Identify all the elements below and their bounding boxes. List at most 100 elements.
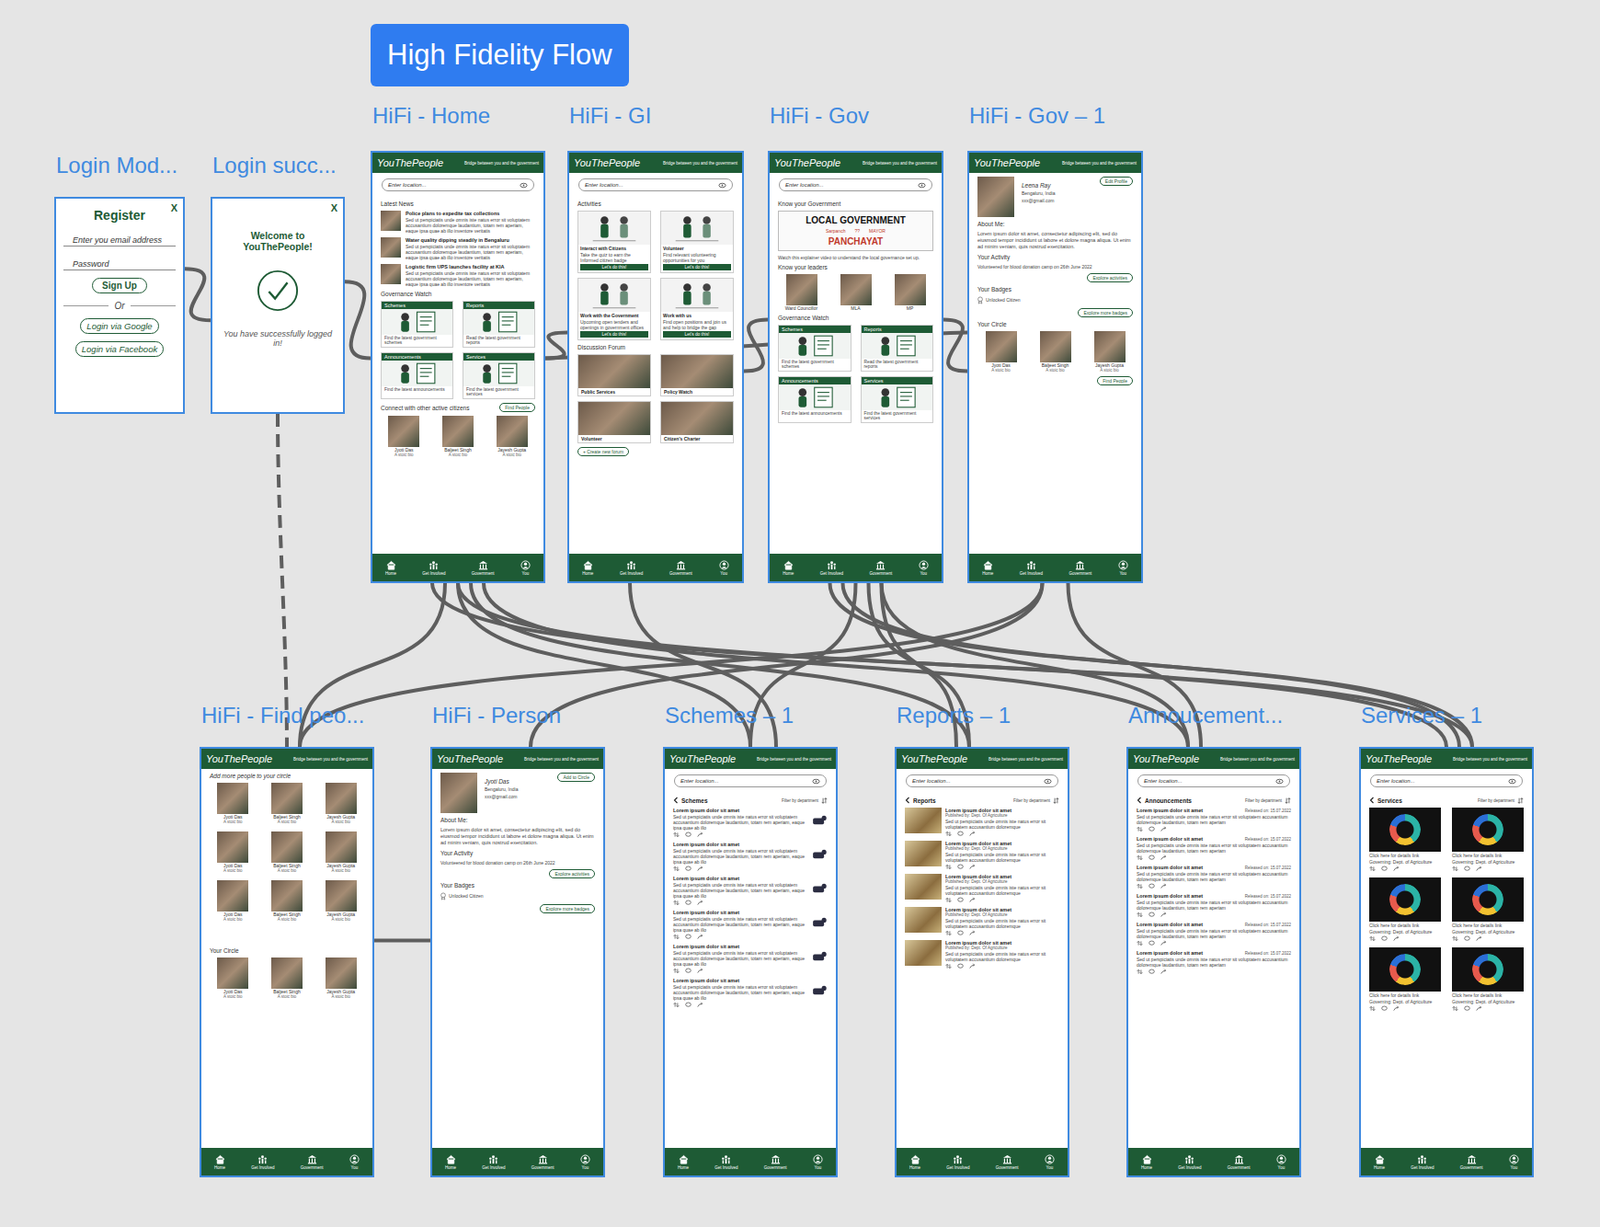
sort-icon[interactable] (821, 797, 828, 804)
list-item[interactable]: Lorem ipsum dolor sit amet Published by:… (904, 939, 1060, 970)
list-item[interactable]: Lorem ipsum dolor sit amet Published by:… (904, 807, 1060, 837)
list-item[interactable]: Lorem ipsum dolor sit amet Released on: … (1136, 835, 1292, 861)
activity-button[interactable]: Let's do this! (662, 331, 732, 338)
nav-item[interactable]: Home (677, 1154, 689, 1170)
list-item[interactable]: Lorem ipsum dolor sit amet Released on: … (1136, 949, 1292, 975)
vote-icon[interactable] (673, 899, 680, 906)
connection-line[interactable] (943, 320, 968, 372)
person-card[interactable]: Jyoti Das A stoic bio (209, 831, 257, 873)
share-icon[interactable] (697, 933, 704, 940)
share-icon[interactable] (969, 830, 976, 837)
connection-line[interactable] (374, 938, 431, 943)
connection-line[interactable] (184, 268, 211, 320)
filter-button[interactable]: Filter by department (1013, 798, 1051, 803)
social-login-button[interactable]: Login via Facebook (75, 341, 164, 357)
nav-item[interactable]: Government (471, 560, 495, 576)
nav-item[interactable]: Government (1460, 1154, 1484, 1170)
nav-item[interactable]: You (1118, 560, 1129, 576)
watch-card[interactable]: Announcements Find the latest announceme… (777, 376, 852, 423)
news-item[interactable]: Police plans to expedite tax collections… (380, 210, 536, 234)
vote-icon[interactable] (673, 933, 680, 940)
list-item[interactable]: Lorem ipsum dolor sit amet Sed ut perspi… (673, 943, 828, 974)
brand-logo[interactable]: YouThePeople (1132, 753, 1200, 765)
brand-logo[interactable]: YouThePeople (1365, 753, 1432, 765)
vote-icon[interactable] (1136, 825, 1143, 833)
nav-item[interactable]: Government (300, 1154, 324, 1170)
vote-icon[interactable] (673, 831, 680, 838)
person-card[interactable]: Baljeet Singh A stoic bio (1031, 331, 1079, 373)
frame-label[interactable]: HiFi - GI (569, 102, 652, 129)
share-icon[interactable] (1160, 968, 1167, 975)
back-icon[interactable] (1136, 796, 1143, 804)
comment-icon[interactable] (957, 830, 964, 837)
vote-icon[interactable] (1136, 854, 1143, 861)
share-icon[interactable] (1160, 882, 1167, 890)
service-tile[interactable]: Click here for details link Governing: D… (1451, 807, 1524, 872)
nav-item[interactable]: Get Involved (714, 1154, 738, 1170)
comment-icon[interactable] (685, 899, 692, 906)
service-link[interactable]: Click here for details link (1451, 992, 1524, 998)
nav-item[interactable]: You (1276, 1154, 1287, 1170)
comment-icon[interactable] (1148, 968, 1155, 975)
vote-icon[interactable] (945, 863, 952, 870)
filter-button[interactable]: Filter by department (1477, 798, 1515, 803)
vote-icon[interactable] (1136, 911, 1143, 918)
share-icon[interactable] (1160, 939, 1167, 947)
list-item[interactable]: Lorem ipsum dolor sit amet Released on: … (1136, 921, 1292, 947)
screen-frame[interactable]: X Welcome to YouThePeople! You have succ… (210, 196, 345, 414)
vote-icon[interactable] (673, 967, 680, 974)
forum-card[interactable]: Public Services (577, 354, 652, 397)
comment-icon[interactable] (1148, 825, 1155, 833)
close-button[interactable]: X (331, 202, 338, 214)
comment-icon[interactable] (957, 863, 964, 870)
share-icon[interactable] (1475, 865, 1483, 872)
vote-icon[interactable] (945, 929, 952, 937)
nav-item[interactable]: Get Involved (946, 1154, 970, 1170)
screen-frame[interactable]: X Register Enter you email addressPasswo… (54, 196, 185, 414)
person-card[interactable]: Baljeet Singh A stoic bio (263, 957, 311, 999)
screen-frame[interactable]: YouThePeople Bridge between you and the … (370, 150, 546, 583)
person-card[interactable]: Jayesh Gupta A stoic bio (488, 415, 536, 458)
screen-frame[interactable]: YouThePeople Bridge between you and the … (894, 746, 1070, 1178)
service-tile[interactable]: Click here for details link Governing: D… (1451, 877, 1524, 942)
explore-activities-button[interactable]: Explore activities (548, 868, 595, 879)
nav-item[interactable]: Get Involved (1177, 1154, 1201, 1170)
share-icon[interactable] (697, 865, 704, 872)
sort-icon[interactable] (1517, 797, 1524, 804)
share-icon[interactable] (697, 1001, 704, 1008)
location-search[interactable]: Enter location... (578, 178, 733, 192)
forum-card[interactable]: Citizen's Charter (660, 400, 734, 444)
screen-frame[interactable]: YouThePeople Bridge between you and the … (967, 150, 1143, 583)
filter-button[interactable]: Filter by department (781, 798, 819, 803)
location-search[interactable]: Enter location... (674, 774, 827, 788)
nav-item[interactable]: Home (445, 1154, 457, 1170)
service-link[interactable]: Click here for details link (1369, 852, 1441, 858)
nav-item[interactable]: Government (995, 1154, 1019, 1170)
comment-icon[interactable] (1381, 1005, 1388, 1012)
comment-icon[interactable] (1381, 865, 1388, 872)
sort-icon[interactable] (1284, 797, 1292, 804)
forum-card[interactable]: Volunteer (577, 400, 652, 444)
list-item[interactable]: Lorem ipsum dolor sit amet Published by:… (904, 906, 1060, 937)
activity-card[interactable]: Work with us Find open positions and joi… (660, 277, 734, 341)
comment-icon[interactable] (1463, 1005, 1471, 1012)
screen-frame[interactable]: YouThePeople Bridge between you and the … (662, 746, 838, 1178)
comment-icon[interactable] (1148, 939, 1155, 947)
vote-icon[interactable] (673, 1001, 680, 1008)
vote-icon[interactable] (1451, 865, 1459, 872)
comment-icon[interactable] (1381, 935, 1388, 942)
find-people-button[interactable]: Find People (499, 402, 536, 412)
nav-item[interactable]: Home (214, 1154, 226, 1170)
comment-icon[interactable] (1463, 935, 1471, 942)
explainer-video[interactable]: LOCAL GOVERNMENT Sarpanch??MAYOR PANCHAY… (777, 210, 934, 252)
share-icon[interactable] (969, 962, 976, 970)
vote-icon[interactable] (945, 830, 952, 837)
list-item[interactable]: Lorem ipsum dolor sit amet Sed ut perspi… (673, 977, 828, 1008)
nav-item[interactable]: Home (385, 560, 397, 576)
comment-icon[interactable] (685, 831, 692, 838)
location-search[interactable]: Enter location... (381, 178, 535, 192)
list-item[interactable]: Lorem ipsum dolor sit amet Released on: … (1136, 892, 1292, 918)
close-button[interactable]: X (171, 202, 178, 214)
share-icon[interactable] (1160, 825, 1167, 833)
screen-frame[interactable]: YouThePeople Bridge between you and the … (430, 746, 606, 1178)
